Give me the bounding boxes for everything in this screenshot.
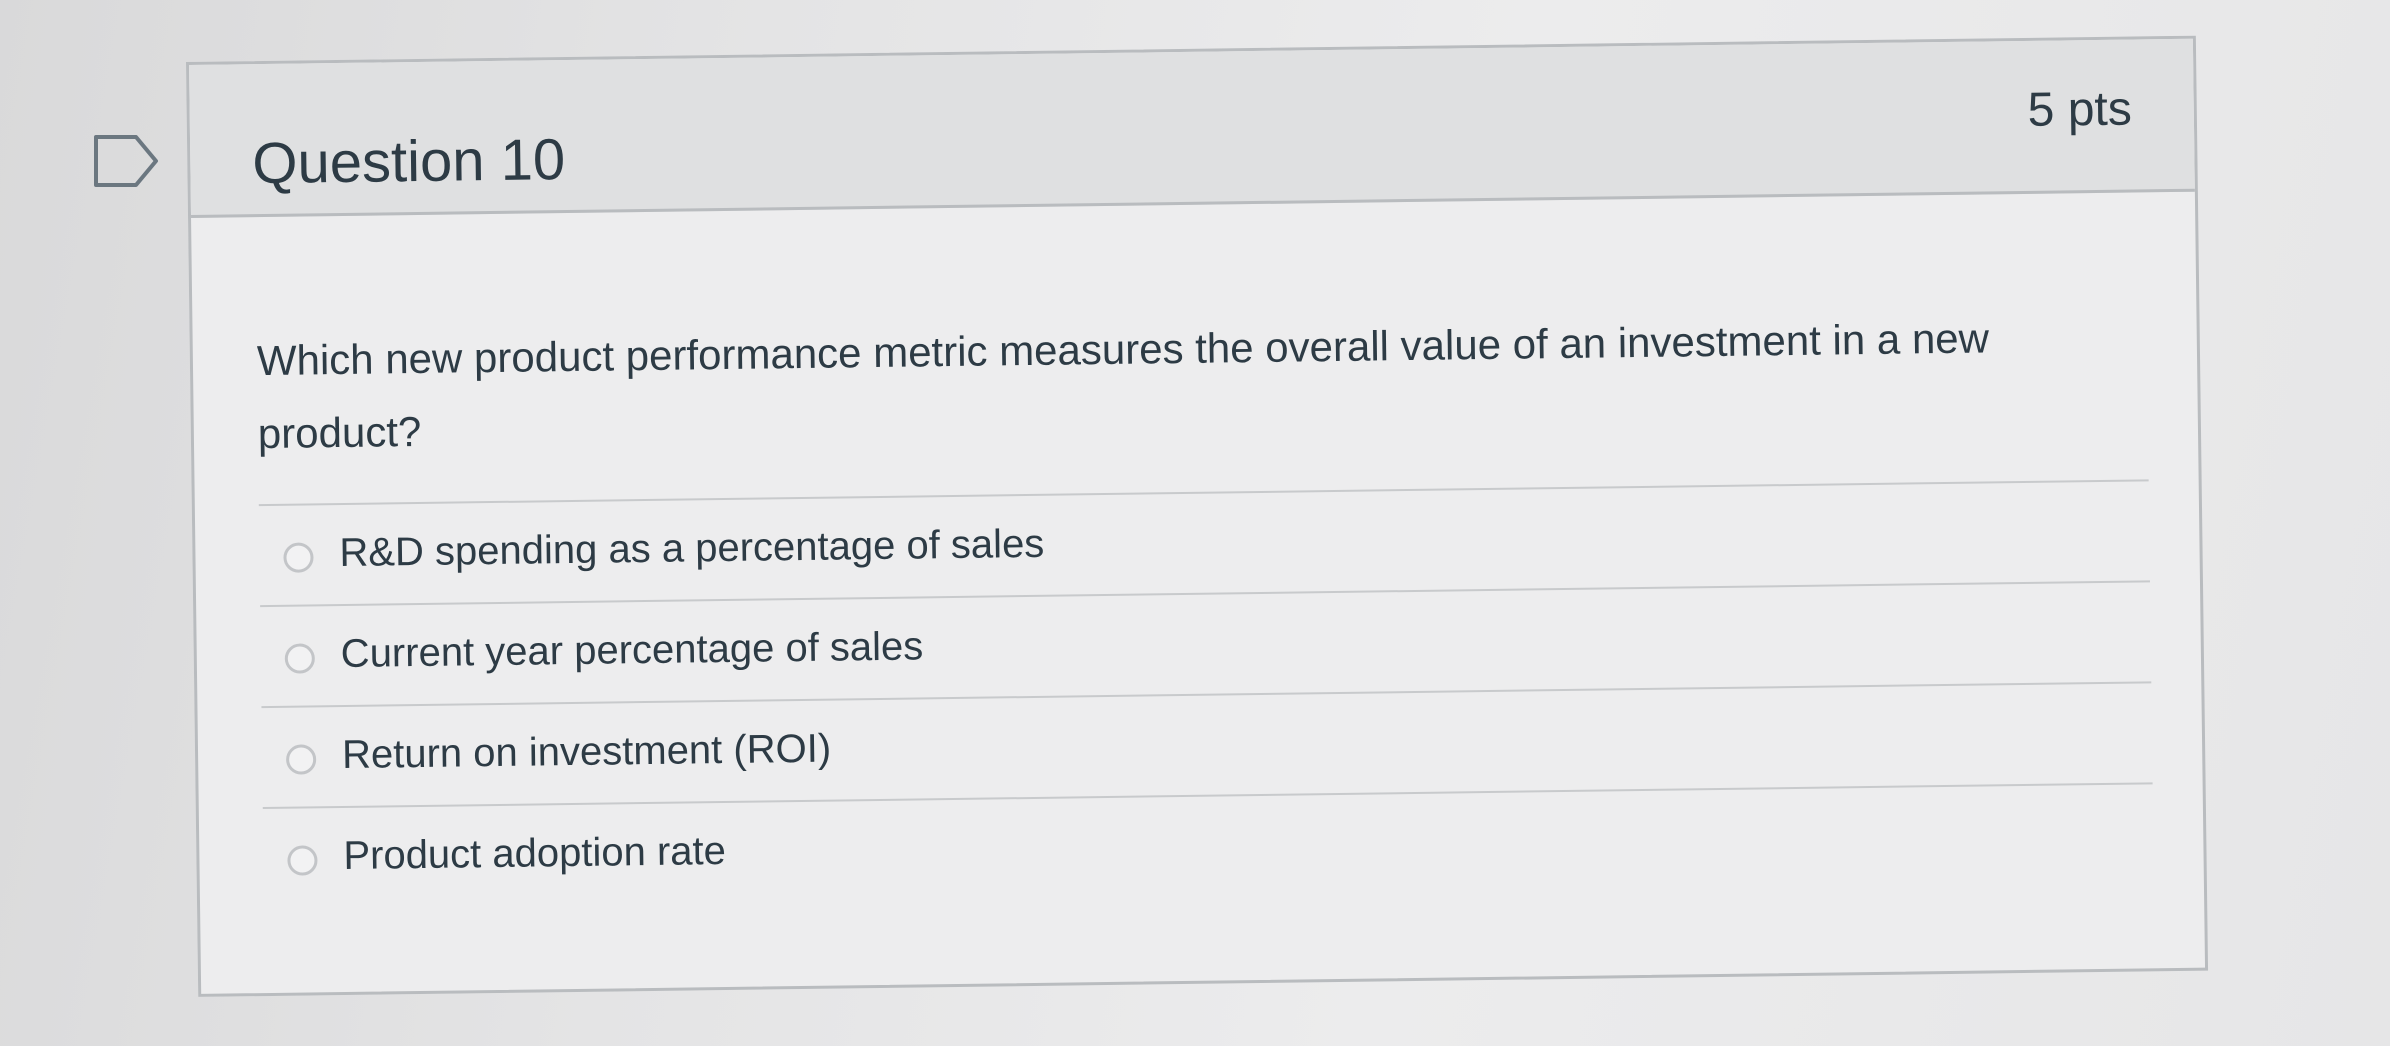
- answer-label[interactable]: Return on investment (ROI): [342, 727, 832, 778]
- radio-button[interactable]: [284, 643, 316, 674]
- question-points: 5 pts: [2027, 82, 2133, 137]
- radio-button[interactable]: [287, 845, 318, 876]
- question-card: Question 10 5 pts Which new product perf…: [186, 35, 2209, 997]
- radio-button[interactable]: [285, 744, 317, 775]
- question-header: Question 10 5 pts: [189, 38, 2195, 218]
- flag-question-icon[interactable]: [92, 133, 162, 189]
- answer-label[interactable]: Current year percentage of sales: [340, 624, 923, 677]
- answer-label[interactable]: R&D spending as a percentage of sales: [339, 522, 1044, 576]
- answer-list: R&D spending as a percentage of sales Cu…: [258, 479, 2154, 908]
- answer-label[interactable]: Product adoption rate: [343, 829, 726, 879]
- question-text: Which new product performance metric mea…: [256, 314, 1990, 458]
- radio-button[interactable]: [283, 542, 314, 573]
- question-title: Question 10: [251, 127, 566, 197]
